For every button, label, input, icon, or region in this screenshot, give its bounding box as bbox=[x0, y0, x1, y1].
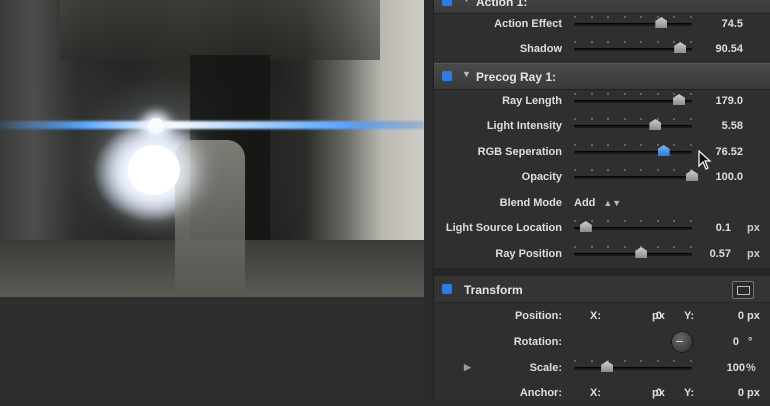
disclosure-triangle-icon[interactable]: ▶ bbox=[464, 362, 471, 373]
param-unit: px bbox=[747, 222, 760, 234]
video-frame[interactable] bbox=[0, 0, 424, 297]
enable-checkbox[interactable] bbox=[442, 284, 452, 294]
param-value[interactable]: 100 bbox=[727, 362, 745, 374]
param-row-scale: ▶ Scale: 100 % bbox=[434, 356, 770, 381]
param-row-light-source-location: Light Source Location 0.1 px bbox=[434, 216, 770, 241]
param-label: Position: bbox=[514, 310, 562, 322]
disclosure-triangle-icon[interactable]: ▼ bbox=[462, 0, 471, 4]
disclosure-triangle-icon[interactable]: ▼ bbox=[462, 69, 471, 79]
y-unit: px bbox=[747, 387, 760, 399]
param-row-rgb-seperation: RGB Seperation 76.52 bbox=[434, 140, 770, 165]
viewer-panel bbox=[0, 0, 424, 400]
param-value[interactable]: 0.1 bbox=[716, 222, 731, 234]
x-label: X: bbox=[590, 387, 601, 399]
param-row-shadow: Shadow 90.54 bbox=[434, 37, 770, 62]
precog-ray-title: Precog Ray 1: bbox=[476, 70, 557, 84]
x-label: X: bbox=[590, 310, 601, 322]
light-ray-streak bbox=[0, 121, 424, 129]
param-label: RGB Seperation bbox=[477, 146, 562, 158]
param-label: Opacity bbox=[521, 171, 562, 183]
param-slider[interactable] bbox=[574, 360, 692, 372]
param-label: Light Intensity bbox=[486, 120, 562, 132]
param-slider[interactable] bbox=[574, 16, 692, 28]
param-label: Light Source Location bbox=[445, 222, 562, 234]
blend-mode-popup[interactable]: Add ▲▼ bbox=[574, 197, 621, 209]
param-value[interactable]: 0 bbox=[733, 336, 739, 348]
param-value[interactable]: 5.58 bbox=[722, 120, 743, 132]
blend-mode-value: Add bbox=[574, 197, 596, 209]
param-slider[interactable] bbox=[574, 220, 692, 232]
section-divider bbox=[434, 268, 770, 276]
param-value[interactable]: 100.0 bbox=[715, 171, 743, 183]
y-label: Y: bbox=[684, 387, 695, 399]
param-slider[interactable] bbox=[574, 144, 692, 156]
param-row-anchor: Anchor: X: 0 px Y: 0 px bbox=[434, 381, 770, 406]
param-label: Action Effect bbox=[494, 18, 562, 30]
param-slider[interactable] bbox=[574, 41, 692, 53]
rotation-dial[interactable] bbox=[672, 332, 692, 352]
y-value[interactable]: 0 bbox=[696, 387, 744, 399]
param-value[interactable]: 179.0 bbox=[715, 95, 743, 107]
param-label: Blend Mode bbox=[499, 197, 562, 209]
hallway-ceiling bbox=[60, 0, 380, 60]
transform-header[interactable]: Transform bbox=[434, 277, 770, 303]
param-label: Anchor: bbox=[519, 387, 562, 399]
param-slider[interactable] bbox=[574, 169, 698, 181]
precog-ray-header[interactable]: ▼ Precog Ray 1: bbox=[434, 63, 770, 90]
param-unit: ° bbox=[748, 336, 753, 348]
person-figure bbox=[175, 140, 245, 290]
enable-checkbox[interactable] bbox=[442, 71, 452, 81]
y-unit: px bbox=[747, 310, 760, 322]
x-unit: px bbox=[652, 387, 665, 399]
param-unit: % bbox=[746, 362, 756, 374]
updown-arrows-icon: ▲▼ bbox=[603, 198, 622, 208]
y-label: Y: bbox=[684, 310, 695, 322]
param-row-action-effect: Action Effect 74.5 bbox=[434, 12, 770, 37]
param-label: Ray Length bbox=[502, 95, 562, 107]
transform-title: Transform bbox=[464, 283, 523, 297]
param-label: Scale: bbox=[529, 362, 562, 374]
param-slider[interactable] bbox=[574, 118, 692, 130]
param-row-light-intensity: Light Intensity 5.58 bbox=[434, 114, 770, 139]
inspector-panel: ▼ Action 1: Action Effect 74.5 Shadow 90… bbox=[433, 0, 770, 400]
y-value[interactable]: 0 bbox=[696, 310, 744, 322]
x-unit: px bbox=[652, 310, 665, 322]
param-row-blend-mode: Blend Mode Add ▲▼ bbox=[434, 191, 770, 216]
param-value[interactable]: 90.54 bbox=[715, 43, 743, 55]
param-slider[interactable] bbox=[574, 246, 692, 258]
param-value[interactable]: 0.57 bbox=[710, 248, 731, 260]
param-row-ray-length: Ray Length 179.0 bbox=[434, 89, 770, 114]
param-label: Ray Position bbox=[495, 248, 562, 260]
param-value[interactable]: 74.5 bbox=[722, 18, 743, 30]
flashlight-glow bbox=[128, 145, 180, 195]
lens-flare bbox=[148, 118, 164, 134]
param-row-position: Position: X: 0 px Y: 0 px bbox=[434, 304, 770, 329]
param-row-rotation: Rotation: 0 ° bbox=[434, 330, 770, 355]
onscreen-controls-icon[interactable] bbox=[732, 281, 754, 299]
enable-checkbox[interactable] bbox=[442, 0, 452, 6]
param-row-ray-position: Ray Position 0.57 px bbox=[434, 242, 770, 267]
param-label: Rotation: bbox=[513, 336, 562, 348]
param-value[interactable]: 76.52 bbox=[715, 146, 743, 158]
param-unit: px bbox=[747, 248, 760, 260]
param-label: Shadow bbox=[519, 43, 562, 55]
param-row-opacity: Opacity 100.0 bbox=[434, 165, 770, 190]
action-title: Action 1: bbox=[476, 0, 528, 9]
param-slider[interactable] bbox=[574, 93, 692, 105]
